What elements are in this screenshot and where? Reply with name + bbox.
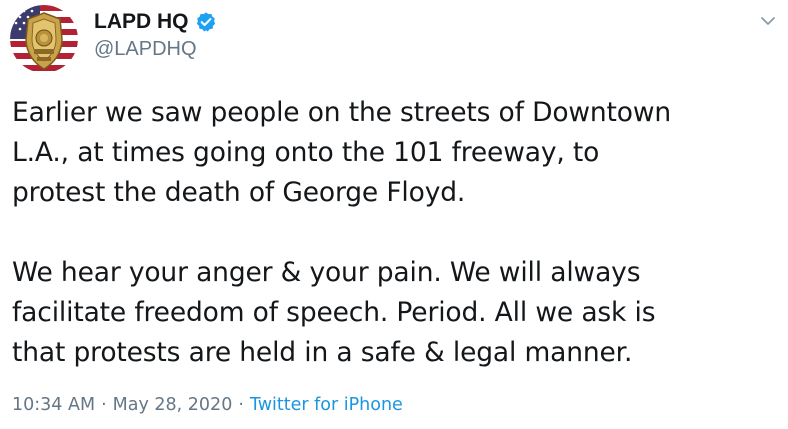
verified-badge-icon [195,11,217,33]
tweet-text: Earlier we saw people on the streets of … [12,93,782,373]
tweet-time[interactable]: 10:34 AM [12,395,95,415]
tweet-card: LAPD HQ @LAPDHQ Earlier we saw people on… [0,0,788,429]
tweet-paragraph: Earlier we saw people on the streets of … [12,97,672,208]
separator: · [238,395,244,415]
separator: · [101,395,107,415]
tweet-paragraph: We hear your anger & your pain. We will … [12,257,656,368]
tweet-date[interactable]: May 28, 2020 [113,395,233,415]
display-name[interactable]: LAPD HQ [94,10,189,34]
lapd-badge-avatar-icon [10,5,78,73]
chevron-down-icon[interactable] [757,10,779,32]
user-name-row[interactable]: LAPD HQ [94,10,217,34]
tweet-source-link[interactable]: Twitter for iPhone [250,395,403,415]
avatar[interactable] [10,5,78,73]
tweet-metadata: 10:34 AM · May 28, 2020 · Twitter for iPhone [12,394,403,416]
user-handle[interactable]: @LAPDHQ [94,37,197,61]
